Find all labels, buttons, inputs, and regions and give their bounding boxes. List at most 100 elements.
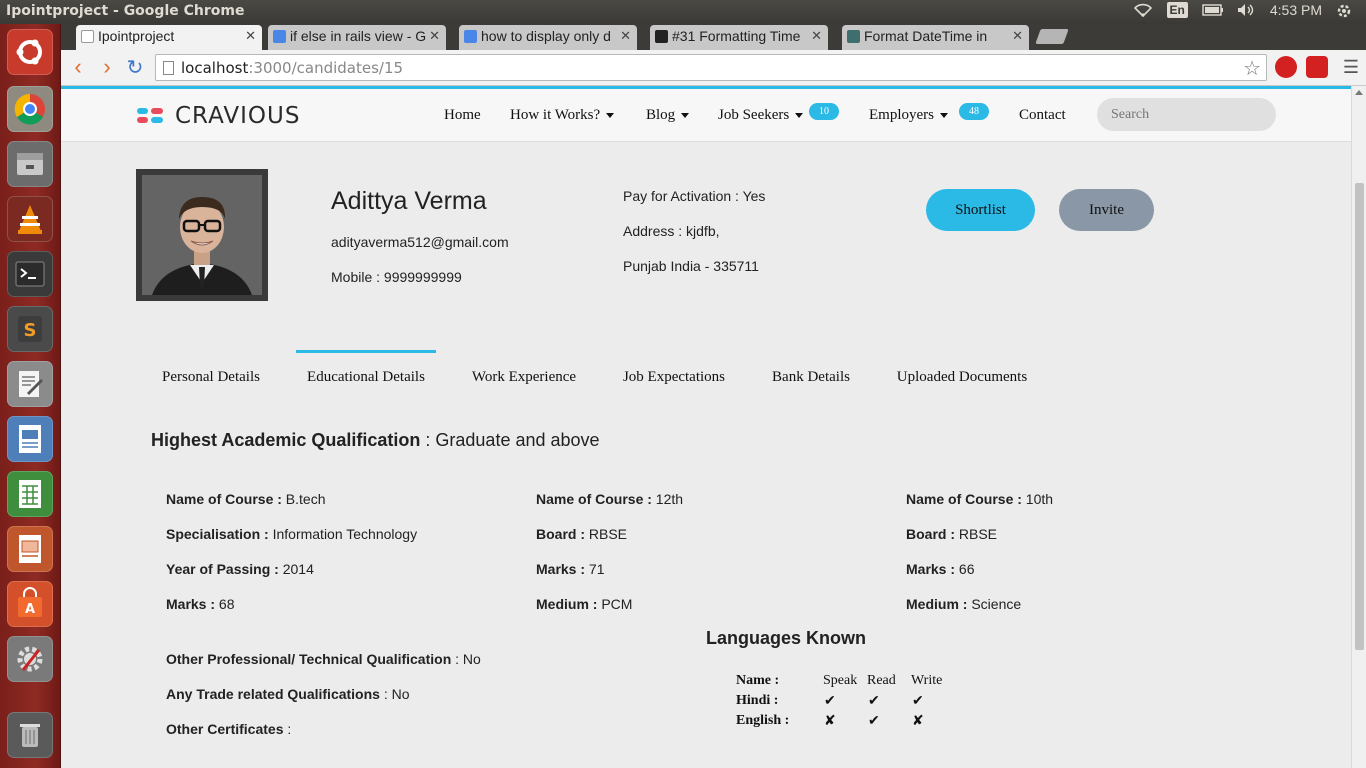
browser-tab-2[interactable]: how to display only d ✕ <box>459 25 637 50</box>
site-header: CRAVIOUS Home How it Works? Blog Job See… <box>61 86 1351 142</box>
nav-employers[interactable]: Employers <box>869 107 948 124</box>
back-icon[interactable]: ‹ <box>66 54 90 79</box>
chrome-icon[interactable] <box>7 86 53 132</box>
page-viewport: CRAVIOUS Home How it Works? Blog Job See… <box>61 86 1366 768</box>
candidate-photo <box>136 169 268 301</box>
site-search-input[interactable] <box>1097 98 1276 131</box>
tab-personal-details[interactable]: Personal Details <box>151 350 271 396</box>
lang-row-name: English : <box>736 713 790 728</box>
my-extension-icon[interactable] <box>1306 56 1328 78</box>
adblock-icon[interactable] <box>1275 56 1297 78</box>
unity-launcher: S A <box>0 24 61 768</box>
twelfth-board: Board : RBSE <box>536 526 628 542</box>
close-tab-icon[interactable]: ✕ <box>245 28 256 44</box>
software-center-icon[interactable]: A <box>7 581 53 627</box>
vlc-icon[interactable] <box>7 196 53 242</box>
lang-row-name: Hindi : <box>736 693 779 708</box>
browser-tab-1[interactable]: if else in rails view - G ✕ <box>268 25 446 50</box>
trade-qualifications: Any Trade related Qualifications : No <box>166 686 410 702</box>
scrollbar-thumb[interactable] <box>1355 183 1364 650</box>
trash-icon[interactable] <box>7 712 53 758</box>
browser-window: Ipointproject ✕ if else in rails view - … <box>61 24 1366 768</box>
calc-icon[interactable] <box>7 471 53 517</box>
chevron-down-icon <box>606 113 615 119</box>
nav-job-seekers[interactable]: Job Seekers <box>718 107 804 124</box>
battery-icon[interactable] <box>1202 3 1223 17</box>
chevron-down-icon <box>795 113 804 119</box>
top-panel: Ipointproject - Google Chrome En 4:53 PM <box>0 0 1366 24</box>
sublime-icon[interactable]: S <box>7 306 53 352</box>
close-tab-icon[interactable]: ✕ <box>811 28 822 44</box>
page-icon <box>163 61 174 75</box>
tab-uploaded-documents[interactable]: Uploaded Documents <box>895 350 1029 396</box>
tab-strip: Ipointproject ✕ if else in rails view - … <box>61 24 1366 50</box>
candidate-location: Punjab India - 335711 <box>623 258 759 274</box>
clock[interactable]: 4:53 PM <box>1270 2 1322 18</box>
page-favicon-icon <box>81 30 94 43</box>
tenth-marks: Marks : 66 <box>906 561 975 577</box>
session-gear-icon[interactable] <box>1336 3 1356 18</box>
volume-icon[interactable] <box>1236 3 1256 17</box>
employers-count-badge: 48 <box>959 103 989 120</box>
railscasts-favicon-icon <box>655 30 668 43</box>
reload-icon[interactable]: ↻ <box>123 55 147 79</box>
keyboard-layout[interactable]: En <box>1166 2 1188 18</box>
nav-blog[interactable]: Blog <box>646 107 690 124</box>
page-scrollbar[interactable] <box>1351 86 1366 768</box>
lang-read-mark: ✔ <box>868 714 880 729</box>
invite-button[interactable]: Invite <box>1059 189 1154 231</box>
close-tab-icon[interactable]: ✕ <box>1012 28 1023 44</box>
forward-icon[interactable]: › <box>95 54 119 79</box>
languages-title: Languages Known <box>706 628 867 648</box>
lang-read-mark: ✔ <box>868 694 880 709</box>
scroll-up-icon[interactable] <box>1355 90 1363 95</box>
lang-write-mark: ✔ <box>912 694 924 709</box>
grad-marks: Marks : 68 <box>166 596 235 612</box>
close-tab-icon[interactable]: ✕ <box>429 28 440 44</box>
impress-icon[interactable] <box>7 526 53 572</box>
tab-bank-details[interactable]: Bank Details <box>768 350 854 396</box>
lang-header-speak: Speak <box>823 673 858 688</box>
svg-text:A: A <box>25 602 35 617</box>
nav-home[interactable]: Home <box>444 107 481 124</box>
nav-contact[interactable]: Contact <box>1019 107 1066 124</box>
close-tab-icon[interactable]: ✕ <box>620 28 631 44</box>
avatar <box>142 175 262 295</box>
candidate-mobile: Mobile : 9999999999 <box>331 269 462 285</box>
lang-write-mark: ✘ <box>912 714 924 729</box>
files-icon[interactable] <box>7 141 53 187</box>
browser-tab-3[interactable]: #31 Formatting Time ✕ <box>650 25 828 50</box>
chevron-down-icon <box>940 113 948 119</box>
browser-tab-0[interactable]: Ipointproject ✕ <box>76 25 262 50</box>
writer-icon[interactable] <box>7 416 53 462</box>
twelfth-marks: Marks : 71 <box>536 561 605 577</box>
url-host: localhost <box>181 59 249 77</box>
nav-how-it-works[interactable]: How it Works? <box>510 107 615 124</box>
ubuntu-icon[interactable] <box>7 29 53 75</box>
browser-toolbar: ‹ › ↻ localhost:3000/candidates/15 ☆ ☰ <box>61 50 1366 86</box>
google-favicon-icon <box>273 30 286 43</box>
bookmark-star-icon[interactable]: ☆ <box>1243 56 1261 80</box>
grad-specialisation: Specialisation : Information Technology <box>166 526 418 542</box>
terminal-icon[interactable] <box>7 251 53 297</box>
new-tab-button[interactable] <box>1035 29 1069 44</box>
shortlist-button[interactable]: Shortlist <box>926 189 1035 231</box>
address-bar[interactable]: localhost:3000/candidates/15 ☆ <box>155 54 1267 81</box>
tab-job-expectations[interactable]: Job Expectations <box>621 350 727 396</box>
highest-qualification: Highest Academic Qualification : Graduat… <box>151 430 600 450</box>
lang-header-name: Name : <box>736 673 780 688</box>
lang-speak-mark: ✘ <box>824 714 836 729</box>
tab-educational-details[interactable]: Educational Details <box>296 350 436 396</box>
wifi-icon[interactable] <box>1133 3 1153 18</box>
profile-tab-bar: Personal Details Educational Details Wor… <box>151 350 1051 396</box>
google-favicon-icon <box>464 30 477 43</box>
chrome-menu-icon[interactable]: ☰ <box>1339 55 1363 79</box>
tenth-course: Name of Course : 10th <box>906 491 1054 507</box>
tab-work-experience[interactable]: Work Experience <box>469 350 579 396</box>
browser-tab-4[interactable]: Format DateTime in ✕ <box>842 25 1029 50</box>
site-logo[interactable]: CRAVIOUS <box>137 103 300 129</box>
settings-icon[interactable] <box>7 636 53 682</box>
text-editor-icon[interactable] <box>7 361 53 407</box>
indicator-area: En 4:53 PM <box>1133 2 1356 18</box>
lang-speak-mark: ✔ <box>824 694 836 709</box>
